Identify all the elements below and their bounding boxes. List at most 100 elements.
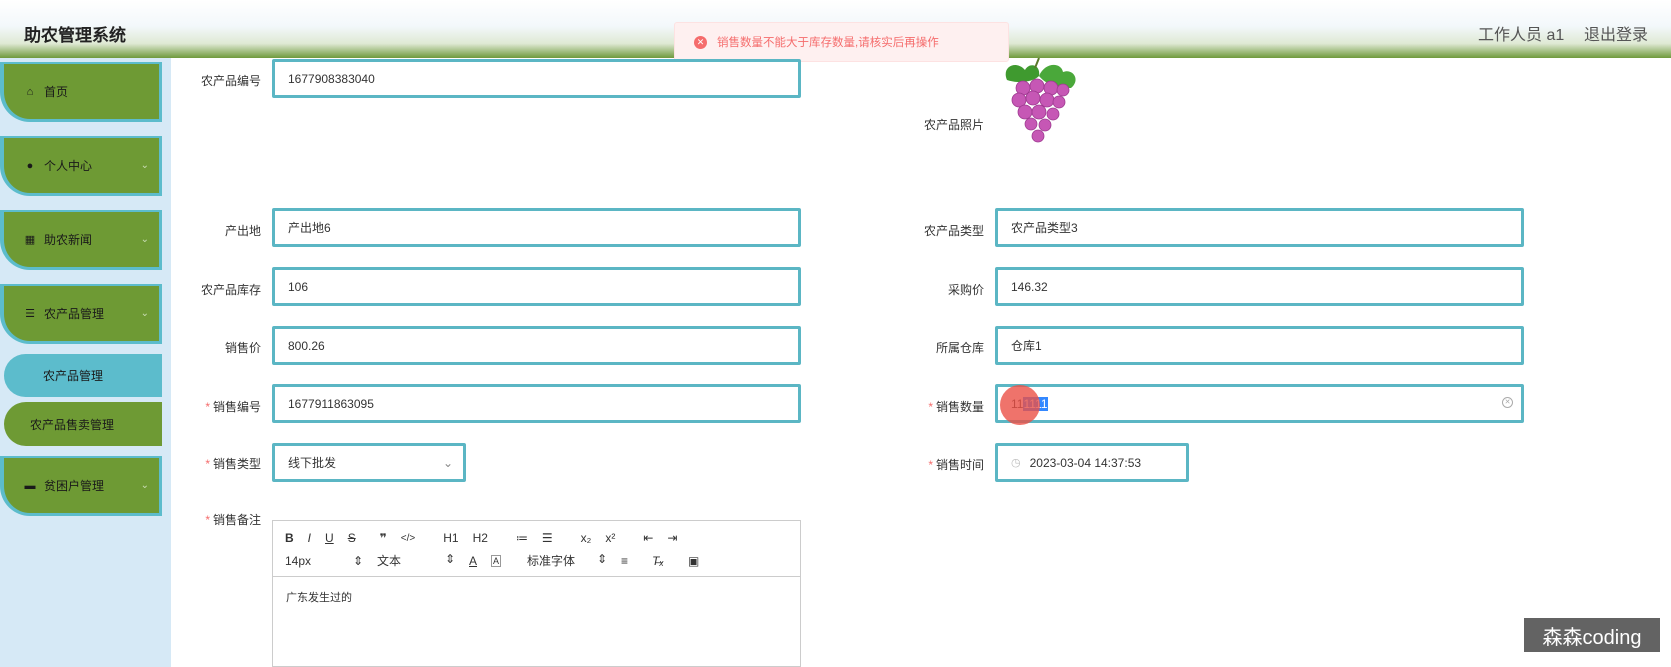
- grid-icon: ▦: [24, 234, 36, 246]
- purchase-price-input[interactable]: 146.32: [995, 267, 1524, 306]
- italic-button[interactable]: I: [308, 531, 311, 545]
- error-circle-icon: ✕: [694, 35, 707, 49]
- bullet-list-button[interactable]: ☰: [542, 531, 553, 545]
- label-text: 销售编号: [212, 400, 261, 414]
- monitor-icon: ▬: [24, 479, 36, 492]
- label-product-no: 农产品编号: [200, 74, 261, 88]
- sale-qty-input[interactable]: 111111 ✕: [995, 384, 1524, 423]
- required-mark: *: [205, 513, 210, 527]
- watermark: 森森coding: [1524, 618, 1660, 652]
- chevron-down-icon: ⌄: [140, 234, 149, 245]
- sidebar-item-profile[interactable]: ● 个人中心 ⌄: [0, 136, 162, 196]
- sidebar-item-home[interactable]: ⌂ 首页: [0, 62, 162, 122]
- product-no-input[interactable]: 1677908383040: [272, 59, 801, 98]
- label-sale-time: * 销售时间: [884, 456, 984, 473]
- outdent-button[interactable]: ⇤: [643, 531, 653, 545]
- font-family-select[interactable]: 标准字体 ⇕: [527, 552, 607, 569]
- label-photo: 农产品照片: [923, 118, 984, 132]
- sale-note-editor[interactable]: B I U S ❞ </> H1 H2 ≔ ☰ x₂ x² ⇤ ⇥ 14px ⇕ …: [272, 520, 801, 667]
- background-color-icon[interactable]: A: [491, 554, 502, 567]
- strike-button[interactable]: S: [348, 531, 356, 545]
- clear-icon[interactable]: ✕: [1502, 397, 1513, 408]
- text-style-select[interactable]: 文本 ⇕: [377, 552, 455, 569]
- label-purchase-price: 采购价: [947, 283, 984, 297]
- home-icon: ⌂: [26, 85, 34, 98]
- label-product-type: 农产品类型: [923, 224, 984, 238]
- quote-button[interactable]: ❞: [380, 531, 387, 545]
- sidebar-item-poor-households[interactable]: ▬ 贫困户管理 ⌄: [0, 456, 162, 516]
- superscript-button[interactable]: x²: [605, 531, 615, 545]
- required-mark: *: [205, 457, 210, 471]
- code-button[interactable]: </>: [401, 533, 415, 544]
- sidebar-subitem-product-manage[interactable]: 农产品管理: [4, 354, 162, 397]
- logout-link[interactable]: 退出登录: [1584, 21, 1648, 45]
- stock-input[interactable]: 106: [272, 267, 801, 306]
- toast-message: 销售数量不能大于库存数量,请核实后再操作: [717, 37, 939, 49]
- h1-button[interactable]: H1: [443, 531, 458, 545]
- sidebar-item-news[interactable]: ▦ 助农新闻 ⌄: [0, 210, 162, 270]
- clock-icon: ◷: [1011, 457, 1021, 469]
- sidebar-item-products[interactable]: ☰ 农产品管理 ⌄: [0, 284, 162, 344]
- label-sale-note: * 销售备注: [161, 511, 261, 528]
- sale-price-input[interactable]: 800.26: [272, 326, 801, 365]
- ordered-list-button[interactable]: ≔: [516, 531, 528, 545]
- underline-button[interactable]: U: [325, 531, 334, 545]
- updown-icon: ⇕: [444, 552, 455, 566]
- required-mark: *: [928, 458, 933, 472]
- label-origin: 产出地: [224, 224, 261, 238]
- updown-icon: ⇕: [352, 553, 363, 568]
- font-family-value: 标准字体: [527, 554, 576, 568]
- sale-no-input[interactable]: 1677911863095: [272, 384, 801, 423]
- editor-toolbar-row-2: 14px ⇕ 文本 ⇕ A A 标准字体 ⇕ ≡ T̶ₓ ▣: [285, 552, 713, 569]
- editor-toolbar-row-1: B I U S ❞ </> H1 H2 ≔ ☰ x₂ x² ⇤ ⇥: [285, 531, 691, 545]
- error-toast: ✕ 销售数量不能大于库存数量,请核实后再操作: [674, 22, 1009, 62]
- label-text: 销售数量: [935, 400, 984, 414]
- app-title: 助农管理系统: [24, 26, 126, 45]
- sale-type-select[interactable]: 线下批发 ⌄: [272, 443, 466, 482]
- chevron-down-icon: ⌄: [140, 160, 149, 171]
- indent-button[interactable]: ⇥: [667, 531, 677, 545]
- current-user: 工作人员 a1: [1478, 27, 1565, 44]
- align-icon[interactable]: ≡: [621, 554, 628, 568]
- mouse-cursor-indicator: [1000, 385, 1040, 425]
- label-text: 销售时间: [935, 458, 984, 472]
- image-icon[interactable]: ▣: [688, 554, 699, 568]
- font-size-value: 14px: [285, 553, 312, 568]
- label-sale-price: 销售价: [224, 341, 261, 355]
- chevron-down-icon: ⌄: [140, 480, 149, 491]
- origin-input[interactable]: 产出地6: [272, 208, 801, 247]
- sale-time-picker[interactable]: ◷ 2023-03-04 14:37:53: [995, 443, 1189, 482]
- required-mark: *: [205, 400, 210, 414]
- toolbar-divider: [273, 576, 800, 577]
- bold-button[interactable]: B: [285, 531, 294, 545]
- list-icon: ☰: [25, 308, 35, 320]
- required-mark: *: [928, 400, 933, 414]
- font-size-select[interactable]: 14px ⇕: [285, 554, 363, 568]
- label-sale-type: * 销售类型: [161, 455, 261, 472]
- label-sale-no: * 销售编号: [161, 398, 261, 415]
- sidebar-item-label: 农产品管理: [44, 307, 105, 321]
- product-type-input[interactable]: 农产品类型3: [995, 208, 1524, 247]
- h2-button[interactable]: H2: [473, 531, 488, 545]
- updown-icon: ⇕: [596, 552, 608, 566]
- label-warehouse: 所属仓库: [935, 341, 984, 355]
- editor-content[interactable]: 广东发生过的: [286, 589, 352, 605]
- label-text: 销售类型: [212, 457, 261, 471]
- subscript-button[interactable]: x₂: [581, 531, 592, 545]
- warehouse-input[interactable]: 仓库1: [995, 326, 1524, 365]
- label-sale-qty: * 销售数量: [884, 398, 984, 415]
- sidebar-item-label: 个人中心: [44, 159, 93, 173]
- sidebar-item-label: 贫困户管理: [44, 479, 105, 493]
- chevron-down-icon: ⌄: [140, 308, 149, 319]
- sale-type-value: 线下批发: [288, 456, 337, 470]
- sidebar-subitem-product-sales[interactable]: 农产品售卖管理: [4, 402, 162, 446]
- font-color-icon[interactable]: A: [469, 554, 477, 568]
- clear-format-icon[interactable]: T̶ₓ: [652, 554, 664, 568]
- text-style-value: 文本: [377, 554, 402, 568]
- product-photo[interactable]: [995, 58, 1085, 148]
- sidebar-item-label: 首页: [44, 85, 69, 99]
- label-stock: 农产品库存: [200, 283, 261, 297]
- sidebar-item-label: 助农新闻: [44, 233, 93, 247]
- user-icon: ●: [26, 159, 34, 172]
- grape-bunch: [1011, 78, 1070, 143]
